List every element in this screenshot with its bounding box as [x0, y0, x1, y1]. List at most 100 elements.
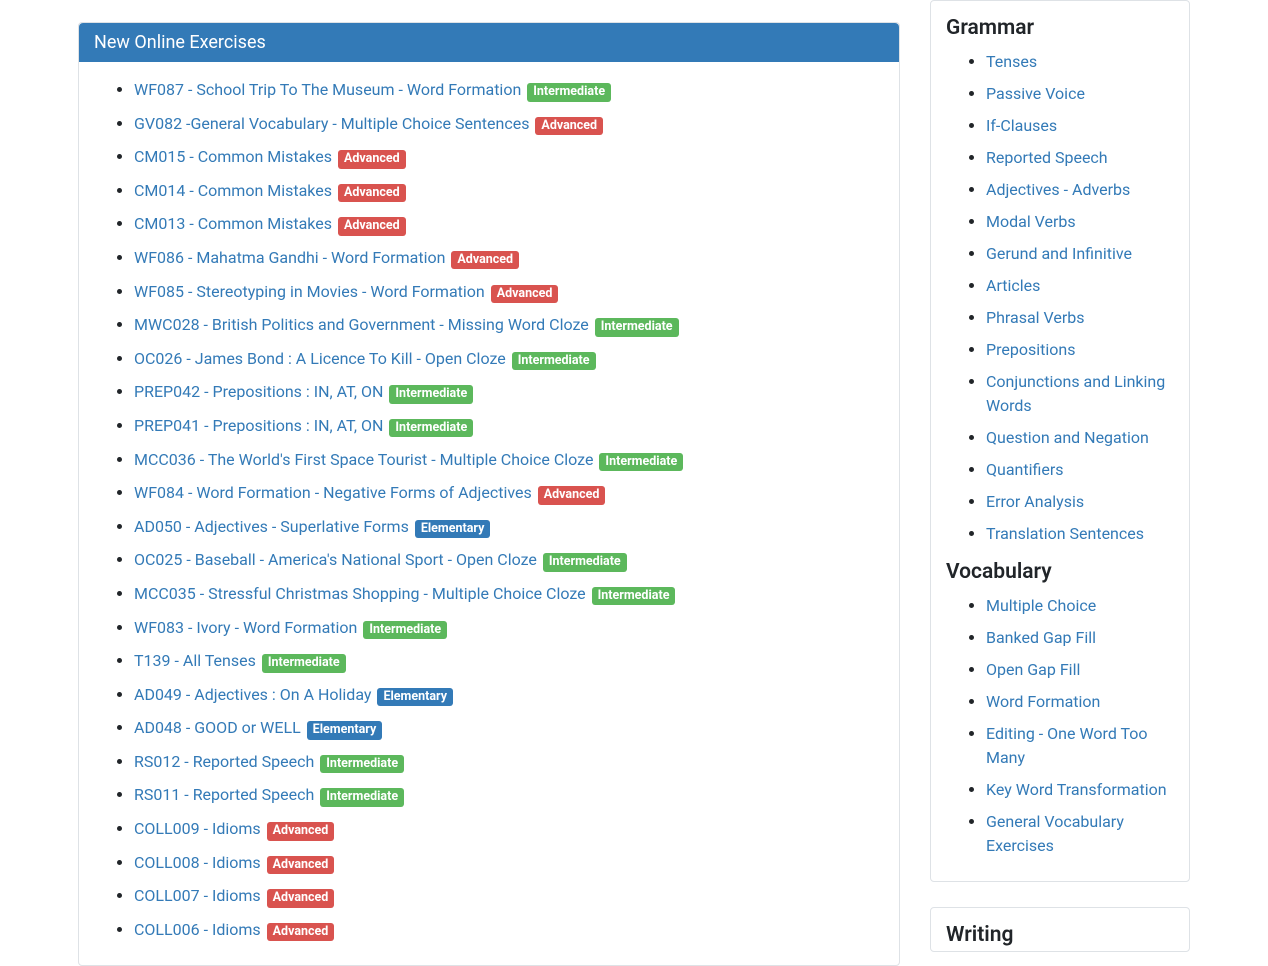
level-badge: Elementary — [307, 721, 383, 740]
sidebar-link[interactable]: Multiple Choice — [986, 596, 1096, 615]
list-item: Conjunctions and Linking Words — [986, 370, 1174, 418]
exercise-link[interactable]: COLL007 - Idioms — [134, 886, 261, 905]
sidebar-link[interactable]: Key Word Transformation — [986, 780, 1167, 799]
exercise-link[interactable]: RS011 - Reported Speech — [134, 785, 314, 804]
exercise-link[interactable]: WF083 - Ivory - Word Formation — [134, 618, 357, 637]
level-badge: Advanced — [338, 217, 406, 236]
sidebar-link[interactable]: Modal Verbs — [986, 212, 1076, 231]
sidebar-link[interactable]: Phrasal Verbs — [986, 308, 1085, 327]
sidebar-link[interactable]: Quantifiers — [986, 460, 1064, 479]
sidebar-link[interactable]: Reported Speech — [986, 148, 1108, 167]
list-item: If-Clauses — [986, 114, 1174, 138]
exercise-item: WF085 - Stereotyping in Movies - Word Fo… — [134, 279, 884, 305]
exercise-item: COLL006 - Idioms Advanced — [134, 917, 884, 943]
exercise-link[interactable]: WF087 - School Trip To The Museum - Word… — [134, 80, 521, 99]
level-badge: Advanced — [338, 150, 406, 169]
list-item: Tenses — [986, 50, 1174, 74]
list-item: Articles — [986, 274, 1174, 298]
exercise-link[interactable]: COLL008 - Idioms — [134, 853, 261, 872]
exercise-link[interactable]: OC026 - James Bond : A Licence To Kill -… — [134, 349, 506, 368]
level-badge: Intermediate — [389, 419, 473, 438]
vocabulary-heading: Vocabulary — [946, 560, 1174, 584]
exercise-link[interactable]: MCC036 - The World's First Space Tourist… — [134, 450, 593, 469]
level-badge: Intermediate — [527, 83, 611, 102]
sidebar-link[interactable]: Adjectives - Adverbs — [986, 180, 1130, 199]
list-item: Multiple Choice — [986, 594, 1174, 618]
exercise-link[interactable]: COLL006 - Idioms — [134, 920, 261, 939]
exercise-link[interactable]: WF085 - Stereotyping in Movies - Word Fo… — [134, 282, 485, 301]
list-item: Reported Speech — [986, 146, 1174, 170]
exercise-link[interactable]: GV082 -General Vocabulary - Multiple Cho… — [134, 114, 529, 133]
exercise-link[interactable]: MWC028 - British Politics and Government… — [134, 315, 589, 334]
exercise-link[interactable]: AD048 - GOOD or WELL — [134, 718, 301, 737]
exercise-item: AD050 - Adjectives - Superlative Forms E… — [134, 514, 884, 540]
sidebar-link[interactable]: Conjunctions and Linking Words — [986, 372, 1165, 415]
exercise-link[interactable]: PREP042 - Prepositions : IN, AT, ON — [134, 382, 383, 401]
sidebar-card-writing: Writing — [930, 907, 1190, 952]
level-badge: Advanced — [538, 486, 606, 505]
exercise-item: MCC035 - Stressful Christmas Shopping - … — [134, 581, 884, 607]
sidebar-link[interactable]: Question and Negation — [986, 428, 1149, 447]
level-badge: Intermediate — [599, 453, 683, 472]
level-badge: Intermediate — [543, 553, 627, 572]
level-badge: Intermediate — [320, 755, 404, 774]
list-item: Quantifiers — [986, 458, 1174, 482]
exercise-link[interactable]: CM013 - Common Mistakes — [134, 214, 332, 233]
sidebar-link[interactable]: General Vocabulary Exercises — [986, 812, 1124, 855]
sidebar-link[interactable]: Translation Sentences — [986, 524, 1144, 543]
list-item: Error Analysis — [986, 490, 1174, 514]
exercise-item: AD048 - GOOD or WELL Elementary — [134, 715, 884, 741]
level-badge: Advanced — [451, 251, 519, 270]
exercise-item: COLL008 - Idioms Advanced — [134, 850, 884, 876]
exercise-item: AD049 - Adjectives : On A Holiday Elemen… — [134, 682, 884, 708]
sidebar-link[interactable]: Tenses — [986, 52, 1037, 71]
level-badge: Intermediate — [592, 587, 676, 606]
sidebar-link[interactable]: Gerund and Infinitive — [986, 244, 1132, 263]
sidebar-link[interactable]: Passive Voice — [986, 84, 1085, 103]
list-item: Passive Voice — [986, 82, 1174, 106]
exercise-item: MWC028 - British Politics and Government… — [134, 312, 884, 338]
exercise-link[interactable]: CM015 - Common Mistakes — [134, 147, 332, 166]
level-badge: Intermediate — [363, 621, 447, 640]
sidebar-link[interactable]: Editing - One Word Too Many — [986, 724, 1148, 767]
sidebar-link[interactable]: Word Formation — [986, 692, 1100, 711]
list-item: Editing - One Word Too Many — [986, 722, 1174, 770]
exercise-link[interactable]: MCC035 - Stressful Christmas Shopping - … — [134, 584, 586, 603]
level-badge: Elementary — [415, 520, 491, 539]
exercise-link[interactable]: OC025 - Baseball - America's National Sp… — [134, 550, 537, 569]
exercise-link[interactable]: CM014 - Common Mistakes — [134, 181, 332, 200]
list-item: Open Gap Fill — [986, 658, 1174, 682]
level-badge: Advanced — [267, 856, 335, 875]
exercise-link[interactable]: WF086 - Mahatma Gandhi - Word Formation — [134, 248, 445, 267]
exercise-link[interactable]: COLL009 - Idioms — [134, 819, 261, 838]
exercise-link[interactable]: WF084 - Word Formation - Negative Forms … — [134, 483, 532, 502]
exercise-link[interactable]: RS012 - Reported Speech — [134, 752, 314, 771]
list-item: Translation Sentences — [986, 522, 1174, 546]
sidebar-link[interactable]: Banked Gap Fill — [986, 628, 1096, 647]
sidebar-link[interactable]: If-Clauses — [986, 116, 1057, 135]
exercise-link[interactable]: AD050 - Adjectives - Superlative Forms — [134, 517, 409, 536]
level-badge: Intermediate — [595, 318, 679, 337]
list-item: Key Word Transformation — [986, 778, 1174, 802]
level-badge: Advanced — [535, 117, 603, 136]
panel-title: New Online Exercises — [79, 23, 899, 62]
level-badge: Advanced — [267, 923, 335, 942]
list-item: Banked Gap Fill — [986, 626, 1174, 650]
exercise-item: CM013 - Common Mistakes Advanced — [134, 211, 884, 237]
exercise-item: COLL009 - Idioms Advanced — [134, 816, 884, 842]
exercise-item: CM014 - Common Mistakes Advanced — [134, 178, 884, 204]
sidebar-link[interactable]: Articles — [986, 276, 1040, 295]
exercise-link[interactable]: T139 - All Tenses — [134, 651, 256, 670]
sidebar-link[interactable]: Error Analysis — [986, 492, 1084, 511]
sidebar-link[interactable]: Prepositions — [986, 340, 1075, 359]
exercise-link[interactable]: AD049 - Adjectives : On A Holiday — [134, 685, 371, 704]
exercise-item: CM015 - Common Mistakes Advanced — [134, 144, 884, 170]
exercise-item: PREP042 - Prepositions : IN, AT, ON Inte… — [134, 379, 884, 405]
level-badge: Advanced — [338, 184, 406, 203]
level-badge: Elementary — [377, 688, 453, 707]
list-item: Modal Verbs — [986, 210, 1174, 234]
sidebar-link[interactable]: Open Gap Fill — [986, 660, 1080, 679]
exercise-link[interactable]: PREP041 - Prepositions : IN, AT, ON — [134, 416, 383, 435]
list-item: Word Formation — [986, 690, 1174, 714]
exercises-panel: New Online Exercises WF087 - School Trip… — [78, 22, 900, 966]
